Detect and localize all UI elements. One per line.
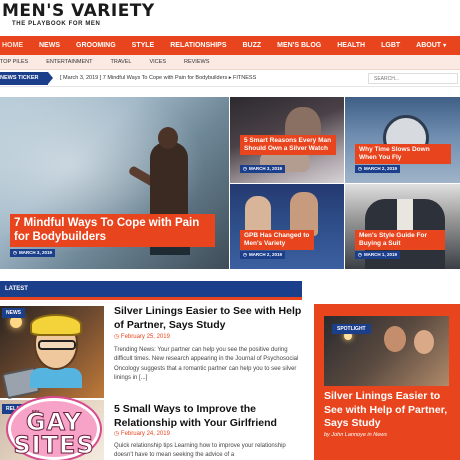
featured-title[interactable]: 7 Mindful Ways To Cope with Pain for Bod…: [10, 214, 215, 247]
hero-image-head: [158, 127, 178, 149]
spotlight-image-person: [384, 326, 406, 352]
clock-icon: ◷: [114, 431, 121, 437]
clock-icon: ◷: [358, 166, 362, 171]
post-excerpt: Quick relationship tips Learning how to …: [114, 443, 286, 459]
spotlight-badge: SPOTLIGHT: [332, 324, 371, 334]
featured-date: ◷ MARCH 1, 2019: [355, 251, 400, 259]
featured-title[interactable]: Why Time Slows Down When You Fly: [355, 144, 451, 165]
post-date-text: February 25, 2019: [120, 334, 170, 340]
featured-title[interactable]: Men's Style Guide For Buying a Suit: [355, 230, 445, 251]
post-title[interactable]: 5 Small Ways to Improve the Relationship…: [114, 403, 304, 430]
spotlight-byline[interactable]: by John Lannoye in News: [324, 432, 387, 438]
clock-icon: ◷: [13, 250, 17, 255]
featured-date-text: MARCH 3, 2019: [248, 166, 282, 171]
nav-item-relationships[interactable]: RELATIONSHIPS: [162, 36, 234, 55]
badge-sites-text: SITES: [13, 431, 95, 460]
nav-item-health[interactable]: HEALTH: [329, 36, 373, 55]
ticker-arrow-icon: [48, 72, 53, 84]
featured-date: ◷ MARCH 3, 2019: [240, 165, 285, 173]
nav-item-mens-blog[interactable]: MEN'S BLOG: [269, 36, 329, 55]
post-excerpt: Trending News: Your partner can help you…: [114, 347, 299, 381]
badge-mascot-hair: [30, 314, 82, 336]
news-ticker: NEWS TICKER [ March 3, 2019 ] 7 Mindful …: [0, 70, 460, 87]
clock-icon: ◷: [243, 252, 247, 257]
nav-item-lgbt[interactable]: LGBT: [373, 36, 408, 55]
ticker-label: NEWS TICKER: [0, 72, 48, 85]
nav-item-style[interactable]: STYLE: [124, 36, 163, 55]
badge-mascot-body: [30, 368, 82, 388]
ticker-headline[interactable]: [ March 3, 2019 ] 7 Mindful Ways To Cope…: [60, 75, 256, 81]
secondary-navigation: TOP PILES ENTERTAINMENT TRAVEL VICES REV…: [0, 55, 460, 70]
featured-post-tile[interactable]: Men's Style Guide For Buying a Suit ◷ MAR…: [345, 184, 460, 269]
featured-date-text: MARCH 3, 2019: [18, 250, 52, 255]
featured-date: ◷ MARCH 2, 2019: [240, 251, 285, 259]
nav-item-buzz[interactable]: BUZZ: [235, 36, 270, 55]
post-date: ◷ February 24, 2019: [114, 430, 170, 437]
search-input[interactable]: [368, 73, 458, 84]
site-header: MEN'S VARIETY THE PLAYBOOK FOR MEN: [0, 0, 460, 36]
subnav-item-top-piles[interactable]: TOP PILES: [0, 59, 37, 65]
nav-item-grooming[interactable]: GROOMING: [68, 36, 124, 55]
category-badge[interactable]: NEWS: [2, 308, 25, 318]
clock-icon: ◷: [358, 252, 362, 257]
subnav-item-reviews[interactable]: REVIEWS: [175, 59, 218, 65]
clock-icon: ◷: [114, 334, 121, 340]
chevron-down-icon: ▾: [443, 43, 447, 49]
featured-post-main[interactable]: 7 Mindful Ways To Cope with Pain for Bod…: [0, 97, 229, 269]
featured-title[interactable]: 5 Smart Reasons Every Man Should Own a S…: [240, 135, 336, 156]
nav-item-about[interactable]: ABOUT ▾: [408, 36, 454, 55]
featured-post-tile[interactable]: Why Time Slows Down When You Fly ◷ MARCH …: [345, 97, 460, 183]
featured-post-tile[interactable]: GPB Has Changed to Men's Variety ◷ MARCH …: [230, 184, 344, 269]
latest-section-header: LATEST: [0, 281, 302, 300]
subnav-item-vices[interactable]: VICES: [140, 59, 175, 65]
gay-sites-badge[interactable]: MY GAY SITES: [1, 314, 104, 460]
spotlight-title[interactable]: Silver Linings Easier to See with Help o…: [324, 390, 454, 431]
clock-icon: ◷: [243, 166, 247, 171]
nav-item-about-label: ABOUT: [416, 42, 442, 49]
spotlight-image-person: [414, 330, 434, 354]
spotlight-widget: SPOTLIGHT Silver Linings Easier to See w…: [314, 304, 460, 460]
post-date: ◷ February 25, 2019: [114, 333, 170, 340]
main-navigation: HOME NEWS GROOMING STYLE RELATIONSHIPS B…: [0, 36, 460, 55]
post-date-text: February 24, 2019: [120, 431, 170, 437]
subnav-item-travel[interactable]: TRAVEL: [101, 59, 140, 65]
site-logo[interactable]: MEN'S VARIETY: [2, 1, 155, 21]
nav-item-news[interactable]: NEWS: [31, 36, 68, 55]
featured-date: ◷ MARCH 3, 2019: [10, 249, 55, 257]
site-tagline: THE PLAYBOOK FOR MEN: [12, 21, 101, 27]
featured-title[interactable]: GPB Has Changed to Men's Variety: [240, 230, 314, 251]
subnav-item-entertainment[interactable]: ENTERTAINMENT: [37, 59, 101, 65]
featured-post-tile[interactable]: 5 Smart Reasons Every Man Should Own a S…: [230, 97, 344, 183]
featured-date-text: MARCH 2, 2019: [248, 252, 282, 257]
featured-date: ◷ MARCH 2, 2019: [355, 165, 400, 173]
nav-item-home[interactable]: HOME: [0, 36, 31, 55]
post-title[interactable]: Silver Linings Easier to See with Help o…: [114, 305, 304, 332]
badge-mascot-glasses: [38, 340, 76, 350]
featured-date-text: MARCH 1, 2019: [363, 252, 397, 257]
featured-date-text: MARCH 2, 2019: [363, 166, 397, 171]
